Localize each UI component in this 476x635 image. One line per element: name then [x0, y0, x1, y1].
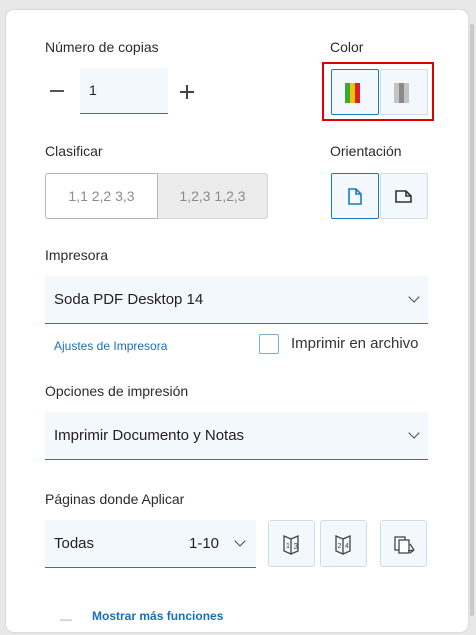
svg-text:1: 1	[286, 543, 290, 550]
collate-option-1[interactable]: 1,1 2,2 3,3	[45, 173, 158, 219]
color-label: Color	[330, 39, 364, 55]
landscape-button[interactable]	[380, 173, 428, 219]
pages-label: Páginas donde Aplicar	[45, 491, 185, 507]
printer-select[interactable]: Soda PDF Desktop 14	[45, 276, 428, 324]
color-button[interactable]	[331, 69, 379, 115]
reverse-pages-icon	[394, 536, 415, 554]
chevron-down-icon	[408, 427, 420, 439]
collate-option-2[interactable]: 1,2,3 1,2,3	[158, 173, 268, 219]
chevron-down-icon	[408, 291, 420, 303]
printer-settings-link[interactable]: Ajustes de Impresora	[54, 339, 167, 353]
more-options-link[interactable]: Mostrar más funciones	[92, 609, 223, 623]
portrait-icon	[348, 188, 362, 205]
color-icon	[345, 83, 360, 103]
svg-text:4: 4	[345, 543, 349, 550]
scrollbar[interactable]	[470, 24, 474, 616]
grayscale-button[interactable]	[380, 69, 428, 115]
pages-select[interactable]: Todas 1-10	[45, 520, 256, 568]
print-to-file-checkbox[interactable]	[259, 334, 279, 354]
copies-input[interactable]: 1	[80, 68, 168, 114]
decrement-button[interactable]	[50, 90, 64, 92]
grayscale-icon	[394, 83, 409, 103]
odd-pages-icon: 3 1	[283, 535, 299, 555]
odd-pages-button[interactable]: 3 1	[268, 520, 315, 567]
more-options-icon: —	[60, 612, 72, 626]
print-options-label: Opciones de impresión	[45, 383, 189, 399]
orientation-label: Orientación	[330, 143, 402, 159]
print-to-file-label[interactable]: Imprimir en archivo	[291, 335, 419, 352]
reverse-pages-button[interactable]	[380, 520, 427, 567]
svg-text:3: 3	[294, 542, 299, 551]
svg-text:2: 2	[338, 543, 342, 550]
collate-label: Clasificar	[45, 143, 103, 159]
landscape-icon	[395, 190, 412, 203]
pages-value: Todas	[54, 535, 95, 552]
copies-label: Número de copias	[45, 39, 159, 55]
printer-label: Impresora	[45, 247, 109, 263]
print-options-select[interactable]: Imprimir Documento y Notas	[45, 412, 428, 460]
pages-range: 1-10	[189, 535, 220, 552]
portrait-button[interactable]	[331, 173, 379, 219]
printer-value: Soda PDF Desktop 14	[54, 291, 204, 308]
print-options-value: Imprimir Documento y Notas	[54, 427, 245, 444]
even-pages-button[interactable]: 2 4	[320, 520, 367, 567]
even-pages-icon: 2 4	[335, 535, 351, 555]
chevron-down-icon	[234, 535, 246, 547]
